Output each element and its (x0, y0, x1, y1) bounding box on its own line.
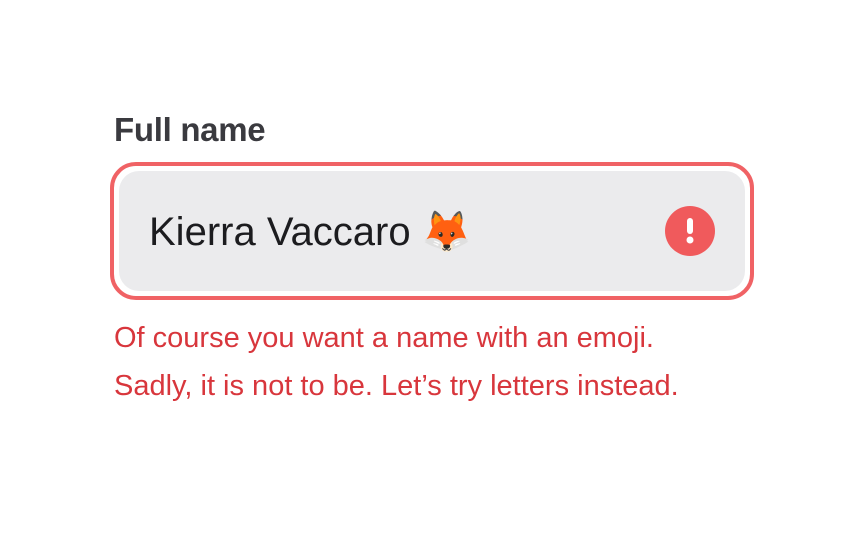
full-name-field: Full name Of course you want a name with… (110, 110, 756, 402)
full-name-input[interactable] (149, 201, 665, 261)
error-message-line-1: Of course you want a name with an emoji. (114, 322, 654, 354)
input-container[interactable] (119, 171, 745, 291)
field-label: Full name (114, 111, 266, 148)
exclamation-circle-icon (665, 206, 715, 256)
error-message-line-2: Sadly, it is not to be. Let’s try letter… (114, 370, 679, 402)
error-message: Of course you want a name with an emoji.… (114, 314, 774, 410)
input-focus-ring (110, 162, 754, 300)
